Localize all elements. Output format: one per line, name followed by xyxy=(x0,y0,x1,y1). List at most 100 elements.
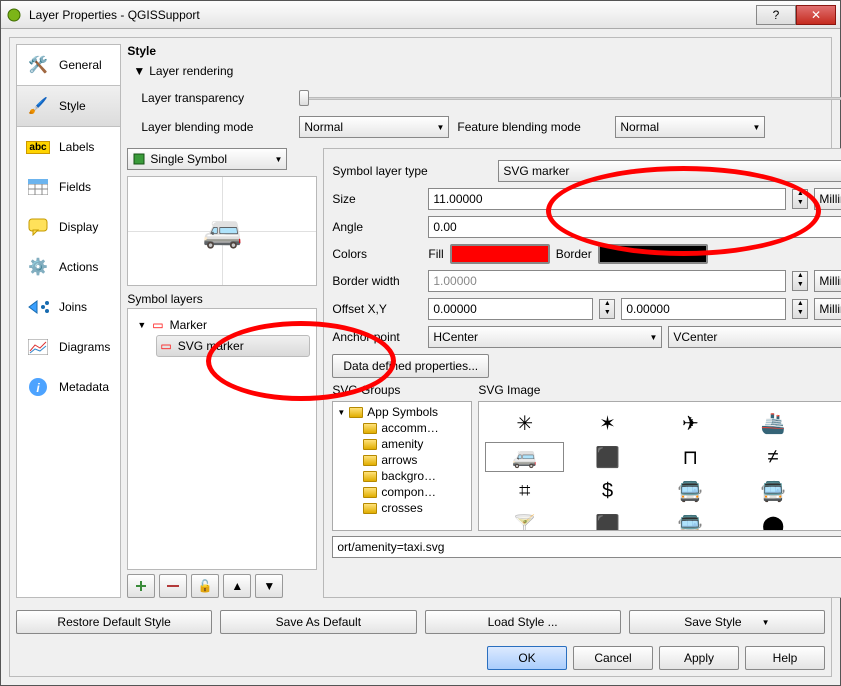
sidebar-item-actions[interactable]: ⚙️ Actions xyxy=(17,247,120,287)
anchor-label: Anchor point xyxy=(332,330,422,344)
size-spinner[interactable]: ▲▼ xyxy=(792,189,808,209)
offset-x-input[interactable] xyxy=(428,298,593,320)
sidebar-item-general[interactable]: 🛠️ General xyxy=(17,45,120,85)
svg-icon-cell[interactable]: ⊓ xyxy=(651,442,730,472)
sidebar-item-joins[interactable]: Joins xyxy=(17,287,120,327)
table-icon xyxy=(27,176,49,198)
svg-icon-cell[interactable]: 🚐 xyxy=(485,442,564,472)
svg-path-input[interactable] xyxy=(332,536,841,558)
ok-button[interactable]: OK xyxy=(487,646,567,670)
load-style-button[interactable]: Load Style ... xyxy=(425,610,621,634)
symbol-layer-type-combo[interactable]: SVG marker▼ xyxy=(498,160,841,182)
svg-image-grid[interactable]: ✳✶✈🚢P🚐⬛⊓≠☍⌗$🚍🚍✈🍸⬛🚍⬤☗ xyxy=(478,401,841,531)
angle-input[interactable] xyxy=(428,216,841,238)
sidebar-item-display[interactable]: Display xyxy=(17,207,120,247)
svg-icon-cell[interactable]: 🚍 xyxy=(651,476,730,506)
svg-icon-cell[interactable]: $ xyxy=(568,476,647,506)
transparency-slider[interactable] xyxy=(299,90,841,106)
help-window-button[interactable]: ? xyxy=(756,5,796,25)
apply-button[interactable]: Apply xyxy=(659,646,739,670)
layer-blend-combo[interactable]: Normal▼ xyxy=(299,116,449,138)
anchor-h-combo[interactable]: HCenter▼ xyxy=(428,326,662,348)
svg-icon-cell[interactable]: ☍ xyxy=(817,442,841,472)
offset-unit-combo[interactable]: Millimeter▼ xyxy=(814,298,841,320)
move-down-button[interactable]: ▼ xyxy=(255,574,283,598)
sidebar-item-label: Fields xyxy=(59,180,91,194)
add-layer-button[interactable] xyxy=(127,574,155,598)
svg-groups-label: SVG Groups xyxy=(332,383,472,397)
titlebar[interactable]: Layer Properties - QGISSupport ? ✕ xyxy=(1,1,840,29)
offset-y-spinner[interactable]: ▲▼ xyxy=(792,299,808,319)
sidebar-item-label: Diagrams xyxy=(59,340,110,354)
sidebar-item-style[interactable]: 🖌️ Style xyxy=(17,85,120,127)
svg-icon-cell[interactable]: ✶ xyxy=(568,408,647,438)
sidebar-item-fields[interactable]: Fields xyxy=(17,167,120,207)
cancel-button[interactable]: Cancel xyxy=(573,646,653,670)
offset-x-spinner[interactable]: ▲▼ xyxy=(599,299,615,319)
svg-icon-cell[interactable]: 🍸 xyxy=(485,510,564,531)
tooltip-icon xyxy=(27,216,49,238)
border-width-spinner[interactable]: ▲▼ xyxy=(792,271,808,291)
border-width-label: Border width xyxy=(332,274,422,288)
wrench-icon: 🛠️ xyxy=(27,54,49,76)
marker-icon: ▭ xyxy=(152,318,163,332)
symbol-layers-label: Symbol layers xyxy=(127,292,317,306)
feature-blend-combo[interactable]: Normal▼ xyxy=(615,116,765,138)
size-input[interactable] xyxy=(428,188,786,210)
sidebar-item-label: Style xyxy=(59,99,86,113)
svg-icon-cell[interactable]: ✳ xyxy=(485,408,564,438)
svg-icon-cell[interactable]: ✈ xyxy=(817,476,841,506)
restore-default-button[interactable]: Restore Default Style xyxy=(16,610,212,634)
svg-icon-cell[interactable]: ⬛ xyxy=(568,510,647,531)
feature-blend-label: Feature blending mode xyxy=(457,120,607,134)
svg-icon-cell[interactable]: ☗ xyxy=(817,510,841,531)
offset-y-input[interactable] xyxy=(621,298,786,320)
tree-item-label: SVG marker xyxy=(178,339,244,353)
save-style-button[interactable]: Save Style▼ xyxy=(629,610,825,634)
tree-item-marker[interactable]: ▼ ▭ Marker xyxy=(134,315,310,335)
sidebar-item-label: Joins xyxy=(59,300,87,314)
fill-color-button[interactable] xyxy=(450,244,550,264)
layer-blend-label: Layer blending mode xyxy=(141,120,291,134)
symbol-mode-combo[interactable]: Single Symbol ▼ xyxy=(127,148,287,170)
tree-item-svg-marker[interactable]: ▭ SVG marker xyxy=(156,335,310,357)
tree-item-label: Marker xyxy=(170,318,207,332)
sidebar-item-metadata[interactable]: i Metadata xyxy=(17,367,120,407)
svg-icon-cell[interactable]: ⬤ xyxy=(734,510,813,531)
join-icon xyxy=(27,296,49,318)
move-up-button[interactable]: ▲ xyxy=(223,574,251,598)
svg-icon-cell[interactable]: ⌗ xyxy=(485,476,564,506)
anchor-v-combo[interactable]: VCenter▼ xyxy=(668,326,841,348)
layer-rendering-label: Layer rendering xyxy=(149,64,233,78)
sidebar-item-label: General xyxy=(59,58,102,72)
border-width-unit-combo[interactable]: Millimeter▼ xyxy=(814,270,841,292)
svg-icon-cell[interactable]: 🚍 xyxy=(734,476,813,506)
save-as-default-button[interactable]: Save As Default xyxy=(220,610,416,634)
sidebar-item-labels[interactable]: abc Labels xyxy=(17,127,120,167)
border-width-input[interactable] xyxy=(428,270,786,292)
data-defined-button[interactable]: Data defined properties... xyxy=(332,354,489,378)
border-color-button[interactable] xyxy=(598,244,708,264)
triangle-down-icon: ▼ xyxy=(133,64,145,78)
help-button[interactable]: Help xyxy=(745,646,825,670)
sidebar-item-label: Labels xyxy=(59,140,94,154)
svg-groups-tree[interactable]: ▼App Symbols accomm… amenity arrows back… xyxy=(332,401,472,531)
svg-icon-cell[interactable]: ≠ xyxy=(734,442,813,472)
svg-icon-cell[interactable]: 🚍 xyxy=(651,510,730,531)
info-icon: i xyxy=(27,376,49,398)
svg-icon-cell[interactable]: 🚢 xyxy=(734,408,813,438)
remove-layer-button[interactable] xyxy=(159,574,187,598)
symbol-layers-tree[interactable]: ▼ ▭ Marker ▭ SVG marker xyxy=(127,308,317,570)
svg-icon-cell[interactable]: ✈ xyxy=(651,408,730,438)
lock-layer-button[interactable]: 🔓 xyxy=(191,574,219,598)
sidebar-item-diagrams[interactable]: Diagrams xyxy=(17,327,120,367)
size-unit-combo[interactable]: Millimeter▼ xyxy=(814,188,841,210)
category-sidebar: 🛠️ General 🖌️ Style abc Labels xyxy=(16,44,121,598)
svg-icon-cell[interactable]: P xyxy=(817,408,841,438)
size-label: Size xyxy=(332,192,422,206)
sidebar-item-label: Display xyxy=(59,220,98,234)
svg-icon-cell[interactable]: ⬛ xyxy=(568,442,647,472)
transparency-label: Layer transparency xyxy=(141,91,291,105)
close-window-button[interactable]: ✕ xyxy=(796,5,836,25)
layer-rendering-disclosure[interactable]: ▼ Layer rendering xyxy=(133,64,841,78)
